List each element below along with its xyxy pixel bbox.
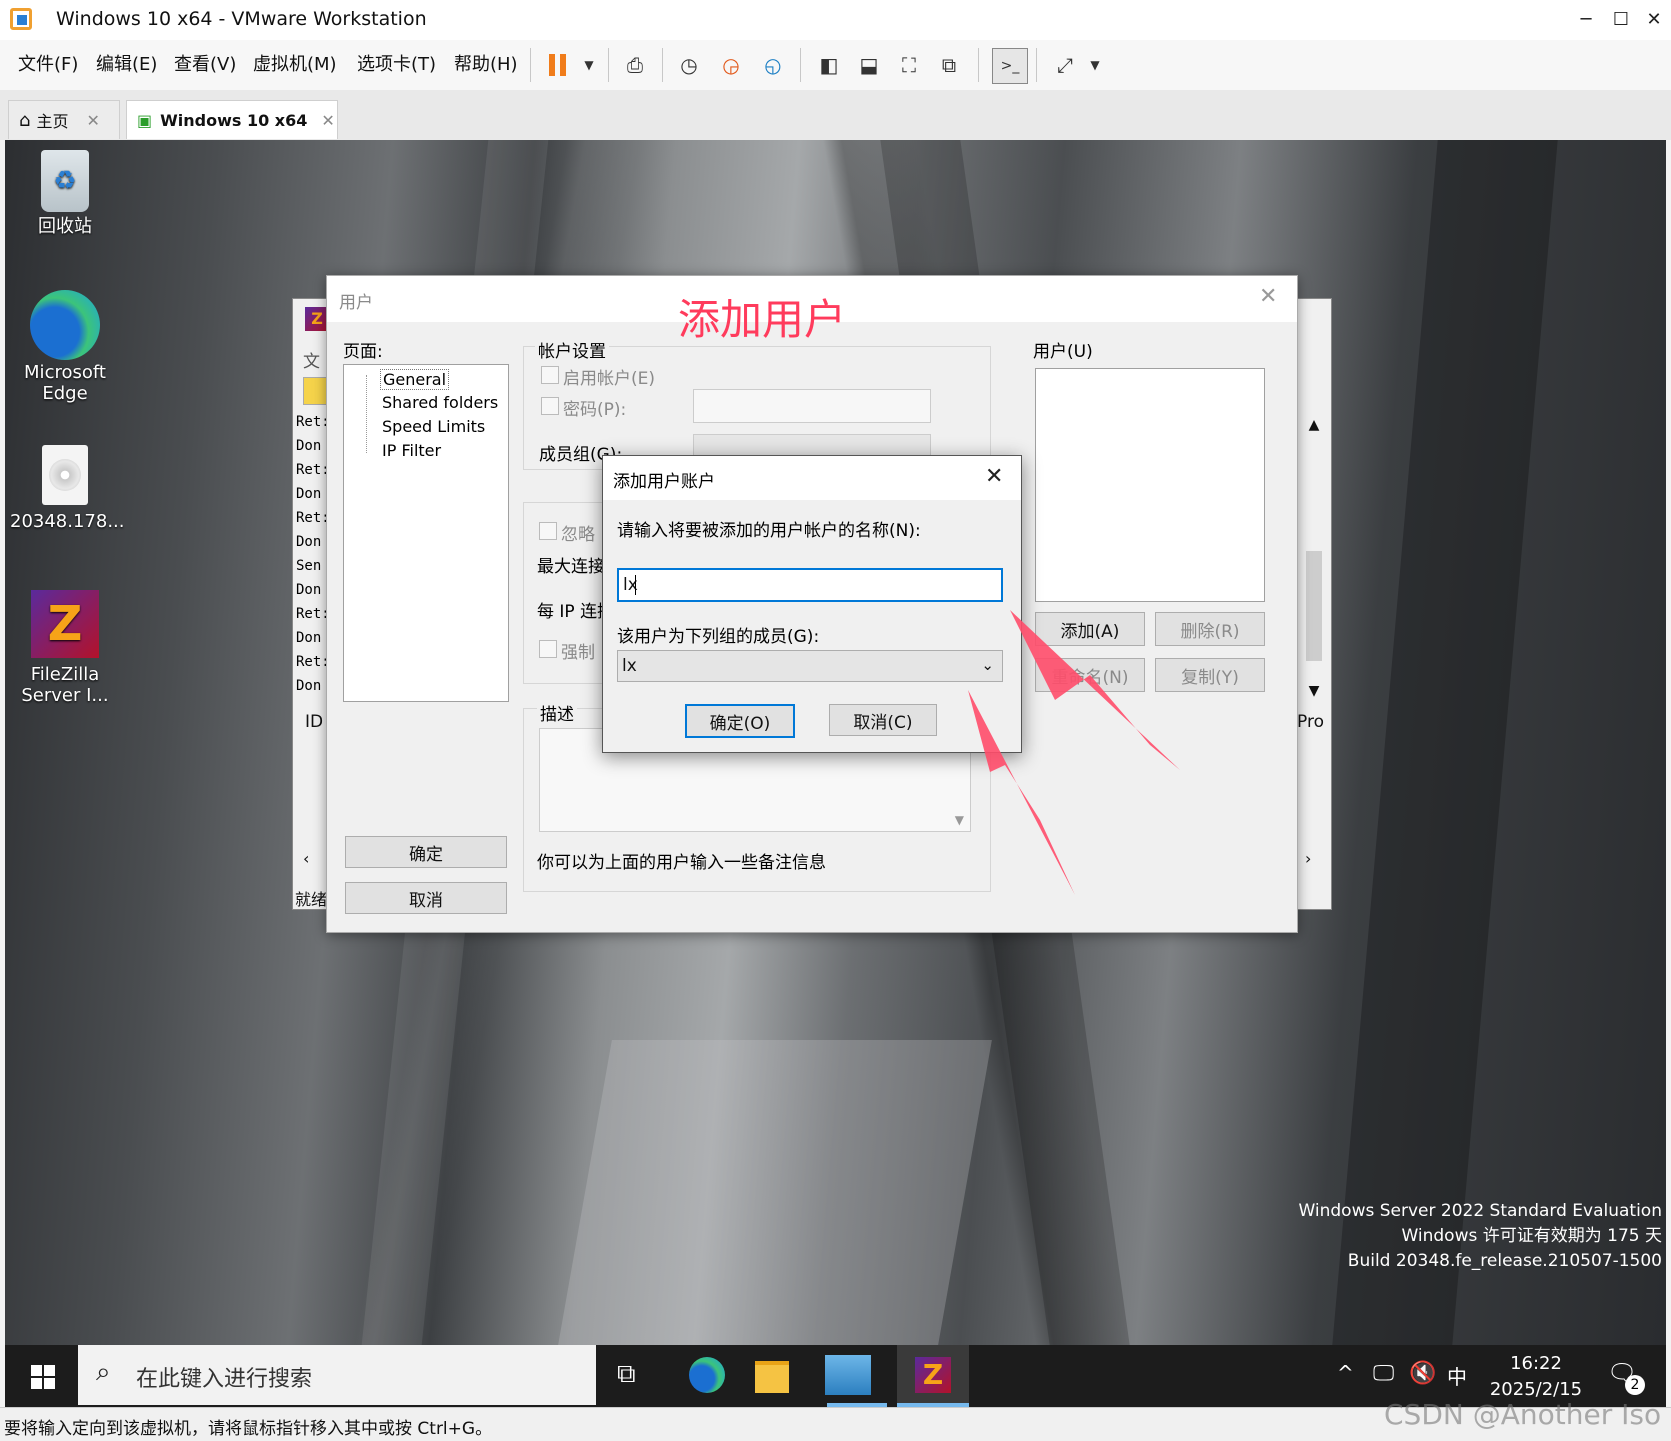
edge-icon[interactable]: [689, 1357, 725, 1393]
ime-indicator[interactable]: 中: [1447, 1361, 1467, 1390]
status-text: 要将输入定向到该虚拟机，请将鼠标指针移入其中或按 Ctrl+G。: [4, 1419, 493, 1439]
csdn-watermark: CSDN @Another Iso: [1384, 1398, 1662, 1431]
clock-time: 16:22: [1510, 1353, 1562, 1374]
vmware-statusbar: 要将输入定向到该虚拟机，请将鼠标指针移入其中或按 Ctrl+G。 CSDN @A…: [0, 1398, 1671, 1441]
filezilla-taskbar-icon[interactable]: Z: [897, 1345, 969, 1407]
arrow-to-ok: [968, 690, 1075, 895]
annotation-arrows: [968, 610, 1180, 895]
chevron-up-icon[interactable]: ^: [1337, 1361, 1354, 1385]
search-icon: ⌕: [96, 1357, 111, 1387]
clock[interactable]: 16:22 2025/2/15: [1481, 1351, 1591, 1403]
search-placeholder: 在此键入进行搜索: [136, 1367, 313, 1392]
server-manager-icon[interactable]: [825, 1355, 871, 1395]
arrow-to-input: [1010, 610, 1180, 770]
file-explorer-icon[interactable]: [755, 1361, 789, 1393]
task-view-icon[interactable]: ⧉: [617, 1359, 636, 1390]
volume-muted-icon[interactable]: 🔇: [1409, 1361, 1436, 1386]
taskbar-search[interactable]: ⌕ 在此键入进行搜索: [78, 1345, 596, 1405]
start-windows-icon[interactable]: [31, 1365, 55, 1389]
notification-count: 2: [1625, 1375, 1645, 1395]
network-icon[interactable]: 🖵: [1373, 1361, 1394, 1386]
